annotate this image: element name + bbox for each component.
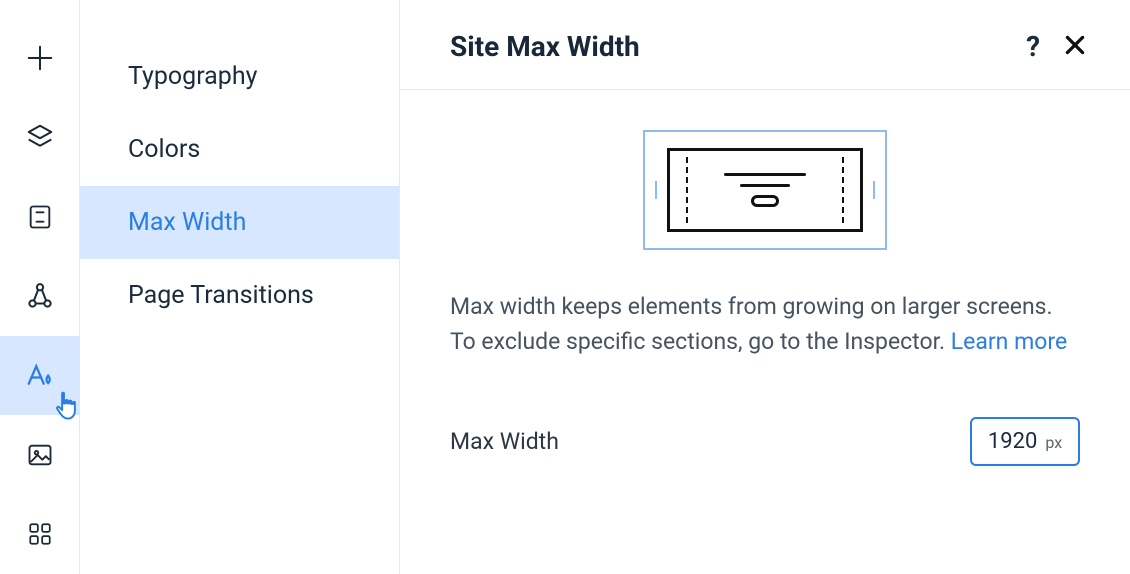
sidebar-item-label: Page Transitions [128, 281, 314, 310]
rail-apps[interactable] [0, 495, 80, 574]
preview-line [724, 173, 806, 176]
section-icon [26, 203, 54, 231]
preview-handle-right [873, 181, 875, 199]
panel-body: Max width keeps elements from growing on… [400, 90, 1130, 506]
preview-frame [643, 130, 887, 250]
field-label: Max Width [450, 428, 559, 455]
panel-title: Site Max Width [450, 30, 640, 63]
sidebar-item-max-width[interactable]: Max Width [80, 186, 399, 259]
sidebar-item-label: Max Width [128, 208, 246, 237]
close-icon [1062, 32, 1088, 58]
cursor-hand-icon [52, 390, 82, 428]
close-button[interactable] [1062, 32, 1088, 62]
sidebar-item-label: Colors [128, 135, 200, 164]
help-icon[interactable]: ? [1026, 30, 1040, 63]
image-icon [26, 441, 54, 469]
preview-pill [751, 195, 779, 207]
max-width-value: 1920 [988, 429, 1037, 454]
max-width-input[interactable]: 1920 px [970, 417, 1080, 466]
sidebar-item-page-transitions[interactable]: Page Transitions [80, 259, 399, 332]
rail-add[interactable] [0, 18, 80, 97]
preview-line [740, 184, 790, 187]
max-width-unit: px [1045, 433, 1062, 452]
plus-icon [25, 43, 55, 73]
styles-icon [25, 360, 55, 390]
rail-connections[interactable] [0, 256, 80, 335]
description: Max width keeps elements from growing on… [450, 290, 1080, 359]
rail-layers[interactable] [0, 97, 80, 176]
preview-box [667, 148, 863, 232]
learn-more-link[interactable]: Learn more [951, 328, 1067, 355]
left-rail [0, 0, 80, 574]
max-width-field: Max Width 1920 px [450, 417, 1080, 466]
header-actions: ? [1026, 30, 1088, 63]
styles-sidebar: Typography Colors Max Width Page Transit… [80, 0, 400, 574]
main-panel: Site Max Width ? [400, 0, 1130, 574]
sidebar-item-label: Typography [128, 62, 257, 91]
preview-handle-left [655, 181, 657, 199]
panel-header: Site Max Width ? [400, 0, 1130, 90]
max-width-preview [450, 130, 1080, 250]
grid-icon [27, 521, 53, 547]
nodes-icon [25, 281, 55, 311]
sidebar-item-typography[interactable]: Typography [80, 40, 399, 113]
rail-styles[interactable] [0, 336, 80, 415]
sidebar-item-colors[interactable]: Colors [80, 113, 399, 186]
rail-section[interactable] [0, 177, 80, 256]
layers-icon [25, 122, 55, 152]
